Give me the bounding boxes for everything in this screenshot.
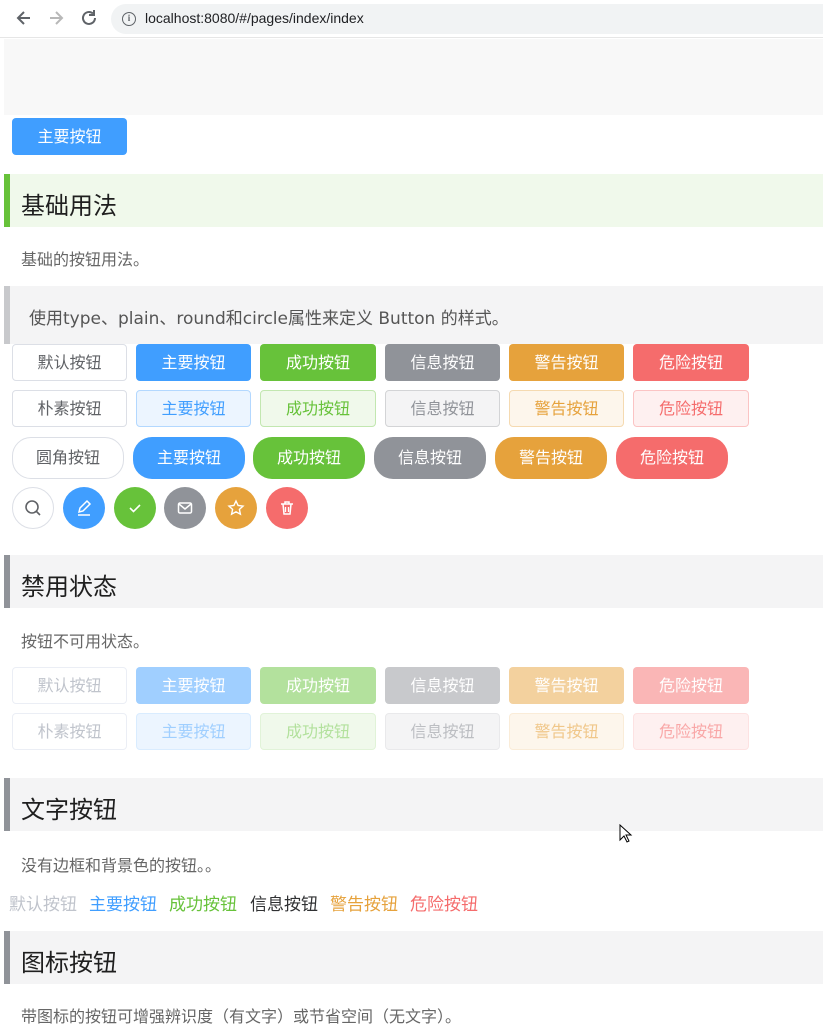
plain-danger-button[interactable]: 危险按钮 (633, 390, 749, 427)
tip-text: 使用type、plain、round和circle属性来定义 Button 的样… (29, 309, 509, 329)
info-icon[interactable]: i (122, 12, 136, 26)
circle-check-button[interactable] (114, 487, 156, 529)
plain-info-button[interactable]: 信息按钮 (385, 390, 500, 427)
edit-icon (77, 499, 92, 516)
plain-primary-button[interactable]: 主要按钮 (136, 390, 251, 427)
circle-star-button[interactable] (215, 487, 257, 529)
cursor-icon (619, 824, 633, 843)
search-icon (25, 500, 41, 516)
round-primary-button[interactable]: 主要按钮 (133, 437, 245, 479)
default-button[interactable]: 默认按钮 (12, 344, 127, 381)
disabled-warning-button: 警告按钮 (509, 667, 624, 704)
disabled-plain-button: 朴素按钮 (12, 713, 127, 750)
disabled-danger-button: 危险按钮 (633, 667, 749, 704)
check-icon (129, 504, 141, 513)
section-icon-header: 图标按钮 (4, 931, 823, 984)
reload-icon[interactable] (78, 8, 100, 30)
circle-message-button[interactable] (164, 487, 206, 529)
text-warning-button[interactable]: 警告按钮 (330, 890, 398, 915)
round-button[interactable]: 圆角按钮 (12, 437, 124, 479)
text-info-button[interactable]: 信息按钮 (250, 890, 318, 915)
danger-button[interactable]: 危险按钮 (633, 344, 749, 381)
section-basic-title: 基础用法 (21, 192, 117, 220)
disabled-success-button: 成功按钮 (260, 667, 376, 704)
message-icon (177, 502, 193, 514)
round-info-button[interactable]: 信息按钮 (374, 437, 486, 479)
plain-warning-button[interactable]: 警告按钮 (509, 390, 624, 427)
page-header-area (4, 39, 823, 115)
browser-toolbar: i localhost:8080/#/pages/index/index (0, 0, 823, 38)
disabled-plain-success-button: 成功按钮 (260, 713, 376, 750)
delete-icon (281, 501, 293, 515)
plain-button[interactable]: 朴素按钮 (12, 390, 127, 427)
section-text-desc: 没有边框和背景色的按钮。。 (21, 856, 222, 875)
section-text-title: 文字按钮 (21, 796, 117, 824)
back-icon[interactable] (13, 8, 35, 30)
disabled-primary-button: 主要按钮 (136, 667, 251, 704)
disabled-plain-info-button: 信息按钮 (385, 713, 500, 750)
section-text-header: 文字按钮 (4, 778, 823, 831)
text-default-button[interactable]: 默认按钮 (9, 890, 77, 915)
round-warning-button[interactable]: 警告按钮 (495, 437, 607, 479)
star-icon (227, 499, 245, 516)
warning-button[interactable]: 警告按钮 (509, 344, 624, 381)
disabled-plain-danger-button: 危险按钮 (633, 713, 749, 750)
section-icon-desc: 带图标的按钮可增强辨识度（有文字）或节省空间（无文字）。 (21, 1007, 462, 1026)
plain-success-button[interactable]: 成功按钮 (260, 390, 376, 427)
circle-delete-button[interactable] (266, 487, 308, 529)
section-disabled-desc: 按钮不可用状态。 (21, 632, 150, 651)
tip-block: 使用type、plain、round和circle属性来定义 Button 的样… (4, 286, 823, 344)
section-disabled-header: 禁用状态 (4, 555, 823, 608)
text-primary-button[interactable]: 主要按钮 (89, 890, 157, 915)
top-primary-button[interactable]: 主要按钮 (12, 118, 127, 155)
section-basic-desc: 基础的按钮用法。 (21, 250, 150, 269)
info-button[interactable]: 信息按钮 (385, 344, 500, 381)
text-danger-button[interactable]: 危险按钮 (410, 890, 478, 915)
section-disabled-title: 禁用状态 (21, 573, 117, 601)
success-button[interactable]: 成功按钮 (260, 344, 376, 381)
round-danger-button[interactable]: 危险按钮 (616, 437, 728, 479)
section-basic-header: 基础用法 (4, 174, 823, 227)
address-bar[interactable]: i localhost:8080/#/pages/index/index (111, 4, 823, 34)
disabled-default-button: 默认按钮 (12, 667, 127, 704)
circle-edit-button[interactable] (63, 487, 105, 529)
forward-icon[interactable] (45, 8, 67, 30)
disabled-plain-primary-button: 主要按钮 (136, 713, 251, 750)
url-text: localhost:8080/#/pages/index/index (145, 10, 364, 26)
primary-button[interactable]: 主要按钮 (136, 344, 251, 381)
text-success-button[interactable]: 成功按钮 (169, 890, 237, 915)
disabled-info-button: 信息按钮 (385, 667, 500, 704)
disabled-plain-warning-button: 警告按钮 (509, 713, 624, 750)
round-success-button[interactable]: 成功按钮 (253, 437, 365, 479)
circle-search-button[interactable] (12, 487, 54, 529)
section-icon-title: 图标按钮 (21, 949, 117, 977)
